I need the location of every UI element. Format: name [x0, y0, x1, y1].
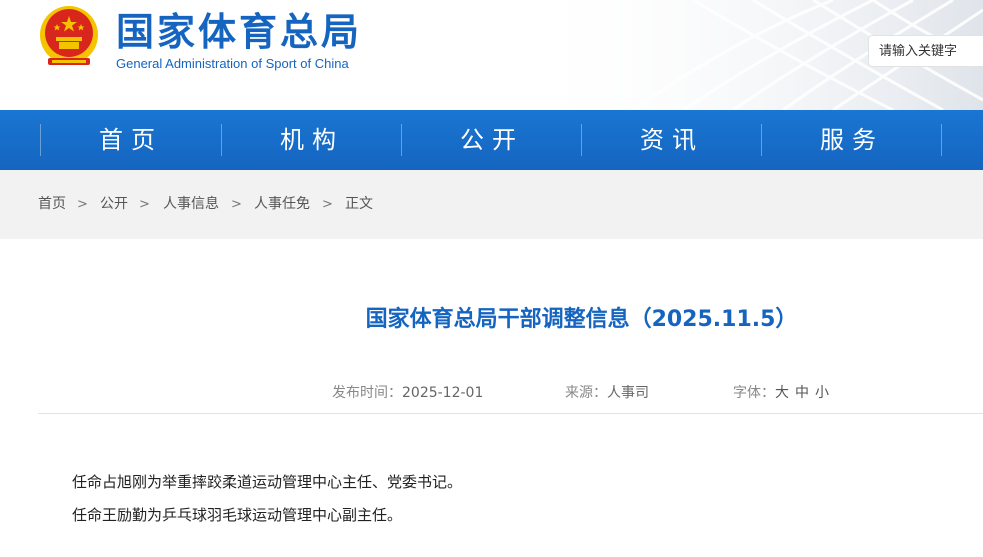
breadcrumb-personnel-info[interactable]: 人事信息	[163, 170, 219, 239]
search-input[interactable]	[868, 35, 983, 67]
breadcrumb: 首页 > 公开 > 人事信息 > 人事任免 > 正文	[0, 170, 983, 239]
source-label: 来源：	[565, 385, 607, 401]
site-name-en[interactable]: General Administration of Sport of China	[116, 56, 349, 72]
breadcrumb-appointments[interactable]: 人事任免	[254, 170, 310, 239]
national-emblem-icon	[40, 6, 98, 65]
nav-item-news[interactable]: 资讯	[582, 110, 762, 170]
font-size-small-button[interactable]: 小	[815, 385, 829, 401]
font-size-large-button[interactable]: 大	[775, 385, 789, 401]
main-nav: 首页 机构 公开 资讯 服务	[0, 110, 983, 170]
site-name-cn[interactable]: 国家体育总局	[116, 8, 362, 56]
source-value: 人事司	[607, 385, 649, 401]
breadcrumb-separator: >	[322, 197, 333, 212]
publish-date: 2025-12-01	[402, 385, 484, 401]
font-size-medium-button[interactable]: 中	[795, 385, 809, 401]
article-paragraph: 任命占旭刚为举重摔跤柔道运动管理中心主任、党委书记。	[72, 473, 463, 491]
breadcrumb-current: 正文	[345, 196, 373, 212]
nav-item-services[interactable]: 服务	[762, 110, 942, 170]
font-size-label: 字体：	[733, 385, 775, 401]
font-size-controls: 字体：大中小	[733, 382, 829, 404]
breadcrumb-separator: >	[231, 197, 242, 212]
nav-separator	[941, 124, 942, 156]
article-source: 来源：人事司	[565, 382, 649, 404]
breadcrumb-home[interactable]: 首页	[38, 170, 66, 239]
site-header: 国家体育总局 General Administration of Sport o…	[0, 0, 983, 110]
article-title: 国家体育总局干部调整信息（2025.11.5）	[365, 307, 798, 332]
breadcrumb-public[interactable]: 公开	[100, 170, 128, 239]
breadcrumb-separator: >	[77, 197, 88, 212]
page: 国家体育总局 General Administration of Sport o…	[0, 0, 983, 557]
nav-item-public[interactable]: 公开	[402, 110, 582, 170]
nav-item-home[interactable]: 首页	[41, 110, 221, 170]
nav-item-organization[interactable]: 机构	[222, 110, 402, 170]
publish-time: 发布时间：2025-12-01	[332, 382, 483, 404]
publish-label: 发布时间：	[332, 385, 402, 401]
meta-divider	[38, 413, 983, 414]
breadcrumb-separator: >	[139, 197, 150, 212]
article-paragraph: 任命王励勤为乒乓球羽毛球运动管理中心副主任。	[72, 506, 403, 524]
